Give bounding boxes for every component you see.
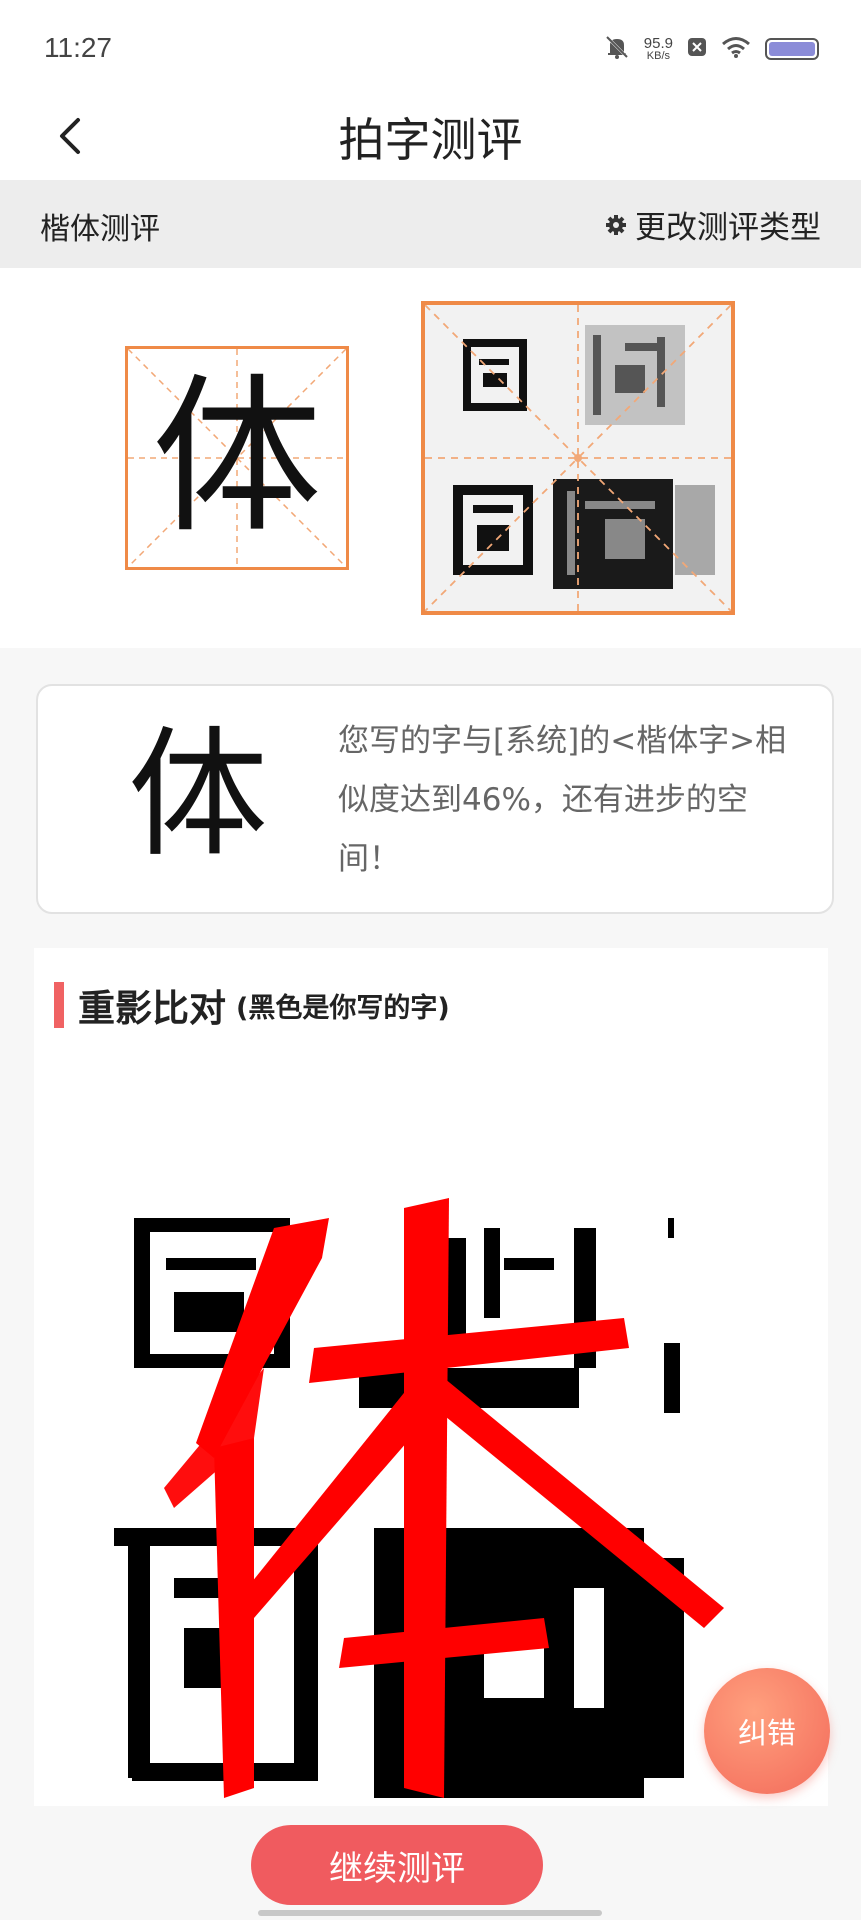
mute-bell-icon	[604, 34, 630, 64]
status-icons: 95.9 KB/s	[604, 34, 819, 64]
result-char: 体	[128, 714, 269, 877]
evaluation-type-bar: 楷体测评 更改测评类型	[0, 180, 861, 268]
overlay-comparison-image	[114, 1198, 724, 1798]
standard-char-grid: 体	[125, 346, 349, 570]
status-bar: 11:27 95.9 KB/s	[0, 0, 861, 100]
section-accent-bar	[54, 982, 64, 1028]
net-speed-value: 95.9	[643, 35, 673, 52]
current-type-label: 楷体测评	[40, 212, 160, 247]
overlay-comparison-section: 重影比对 (黑色是你写的字)	[34, 948, 828, 1806]
app-screen: 11:27 95.9 KB/s 拍字测评 楷体测评 更改测评类型 体 体 您写的…	[0, 0, 861, 1920]
correction-button[interactable]: 纠错	[704, 1668, 830, 1794]
continue-evaluation-button[interactable]: 继续测评	[251, 1825, 543, 1905]
nav-bar: 拍字测评	[0, 100, 861, 180]
gear-icon	[606, 214, 626, 235]
section-header: 重影比对 (黑色是你写的字)	[54, 978, 450, 1032]
page-title: 拍字测评	[338, 113, 523, 167]
standard-char: 体	[151, 359, 322, 557]
battery-icon	[765, 38, 819, 60]
result-message: 您写的字与[系统]的<楷体字>相似度达到46%，还有进步的空间！	[338, 723, 787, 877]
wifi-icon	[721, 35, 751, 63]
change-type-button[interactable]: 更改测评类型	[605, 202, 821, 247]
home-indicator[interactable]	[258, 1910, 602, 1916]
net-speed-unit: KB/s	[646, 50, 671, 62]
captured-photo[interactable]	[421, 301, 735, 615]
captured-photo-image	[425, 305, 731, 611]
status-time: 11:27	[44, 32, 112, 63]
close-box-icon	[687, 37, 707, 61]
change-type-label: 更改测评类型	[635, 210, 821, 246]
result-card: 体 您写的字与[系统]的<楷体字>相似度达到46%，还有进步的空间！	[36, 684, 834, 914]
section-title: 重影比对	[78, 987, 226, 1030]
section-subtitle: (黑色是你写的字)	[236, 992, 450, 1024]
net-speed: 95.9 KB/s	[644, 36, 673, 62]
preview-area: 体	[0, 268, 861, 648]
